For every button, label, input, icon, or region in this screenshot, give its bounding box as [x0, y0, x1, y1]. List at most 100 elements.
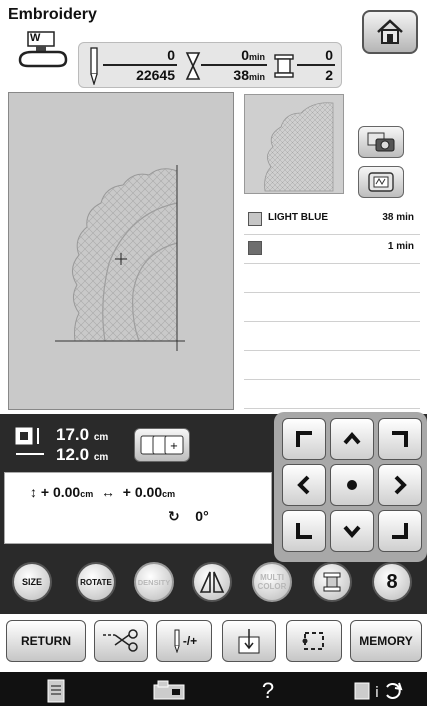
- repeat-button[interactable]: 8: [372, 562, 412, 602]
- move-up-left-button[interactable]: [282, 418, 326, 460]
- vertical-arrow-icon: ↕: [30, 484, 37, 500]
- offset-unit: cm: [162, 489, 176, 499]
- help-button[interactable]: ?: [238, 676, 298, 706]
- move-down-button[interactable]: [330, 510, 374, 552]
- offset-horizontal: + 0.00: [122, 484, 163, 500]
- scissors-icon: [103, 629, 138, 652]
- chevron-left-icon: [297, 475, 310, 495]
- trace-frame-icon: [302, 632, 324, 650]
- needle-adjust-label: -/+: [182, 634, 198, 648]
- embroidery-preview[interactable]: [8, 92, 234, 410]
- camera-icon: [367, 132, 395, 152]
- mirror-icon: [199, 571, 225, 593]
- corner-down-left-icon: [296, 523, 312, 539]
- time-current: 0: [241, 47, 249, 63]
- center-button[interactable]: [330, 464, 374, 506]
- memory-label: MEMORY: [359, 634, 413, 648]
- frame-sizes-icon: +: [140, 435, 184, 455]
- size-button[interactable]: SIZE: [12, 562, 52, 602]
- chevron-right-icon: [394, 475, 407, 495]
- rotation-value: 0°: [195, 508, 209, 524]
- needle-position-icon: [238, 629, 260, 654]
- color-count: 0 2: [297, 47, 335, 83]
- hourglass-icon: [185, 52, 201, 80]
- frame-preview-button[interactable]: [358, 166, 404, 198]
- move-up-right-button[interactable]: [378, 418, 422, 460]
- multi-color-label-1: MULTI: [260, 573, 284, 582]
- settings-icon: i: [354, 682, 403, 701]
- needle-adjust-button[interactable]: -/+: [156, 620, 212, 662]
- density-label: DENSITY: [137, 577, 171, 587]
- list-item-empty: [244, 322, 420, 351]
- design-size: 17.0 cm 12.0 cm: [56, 426, 108, 466]
- position-offset: ↕ + 0.00cm ↔ + 0.00cm: [30, 484, 175, 500]
- multi-color-button[interactable]: MULTI COLOR: [252, 562, 292, 602]
- chevron-down-icon: [343, 525, 361, 539]
- embroidery-frame-icon: [368, 172, 394, 192]
- svg-text:+: +: [170, 441, 178, 452]
- sewing-time: 0min 38min: [201, 47, 267, 83]
- screen-title: Embroidery: [8, 6, 97, 23]
- needle-icon: [90, 47, 98, 85]
- move-down-left-button[interactable]: [282, 510, 326, 552]
- needle-start-position-button[interactable]: [222, 620, 276, 662]
- stitch-count: 0 22645: [103, 47, 177, 83]
- memory-button[interactable]: MEMORY: [350, 620, 422, 662]
- chevron-up-icon: [343, 431, 361, 445]
- rotate-label: ROTATE: [80, 577, 112, 587]
- thread-spool-icon: [323, 572, 341, 592]
- move-up-button[interactable]: [330, 418, 374, 460]
- time-unit-total: min: [248, 72, 265, 82]
- help-label: ?: [261, 678, 275, 703]
- move-left-button[interactable]: [282, 464, 326, 506]
- corner-up-right-icon: [392, 431, 408, 447]
- home-icon: [377, 19, 403, 44]
- return-button[interactable]: RETURN: [6, 620, 86, 662]
- thread-spool-icon: [274, 54, 294, 78]
- rotate-button[interactable]: ROTATE: [76, 562, 116, 602]
- thread-color-button[interactable]: [312, 562, 352, 602]
- position-panel: [4, 472, 272, 544]
- center-dot-icon: [347, 480, 357, 490]
- frame-size-button[interactable]: +: [134, 428, 190, 462]
- svg-text:i: i: [375, 685, 379, 701]
- density-button[interactable]: DENSITY: [134, 562, 174, 602]
- list-item-empty: [244, 380, 420, 409]
- repeat-label: 8: [386, 570, 398, 593]
- list-item[interactable]: LIGHT BLUE 38 min: [244, 206, 420, 235]
- embroidery-unit-button[interactable]: [134, 676, 204, 706]
- list-item-empty: [244, 351, 420, 380]
- camera-scan-button[interactable]: [358, 126, 404, 158]
- list-item[interactable]: 1 min: [244, 235, 420, 264]
- design-thumbnail: [244, 94, 344, 194]
- home-button[interactable]: [362, 10, 418, 54]
- list-item-empty: [244, 264, 420, 293]
- rotation-angle: ↻ 0°: [168, 508, 209, 525]
- jump-stitch-trim-button[interactable]: [94, 620, 148, 662]
- stitch-counter-panel: 0 22645 0min 38min 0 2: [78, 42, 342, 88]
- trial-button[interactable]: [286, 620, 342, 662]
- thread-color-list: LIGHT BLUE 38 min 1 min: [244, 206, 420, 412]
- move-right-button[interactable]: [378, 464, 422, 506]
- time-unit: min: [248, 52, 265, 62]
- color-name: LIGHT BLUE: [268, 212, 328, 223]
- color-total: 2: [325, 67, 333, 83]
- settings-button[interactable]: i: [340, 676, 420, 706]
- color-swatch: [248, 241, 262, 255]
- multi-color-label-2: COLOR: [257, 582, 287, 591]
- presser-foot-label: W: [30, 32, 41, 44]
- return-label: RETURN: [21, 634, 71, 648]
- offset-vertical: + 0.00: [40, 484, 81, 500]
- move-down-right-button[interactable]: [378, 510, 422, 552]
- mirror-button[interactable]: [192, 562, 232, 602]
- color-current: 0: [297, 47, 335, 66]
- stitch-current: 0: [103, 47, 177, 66]
- size-height: 12.0: [56, 445, 90, 464]
- color-time: 38 min: [382, 212, 414, 223]
- design-preview-image: [55, 165, 185, 351]
- list-item-empty: [244, 293, 420, 322]
- document-icon: [47, 679, 65, 703]
- color-swatch: [248, 212, 262, 226]
- document-button[interactable]: [26, 676, 86, 706]
- embroidery-machine-icon: [153, 680, 185, 700]
